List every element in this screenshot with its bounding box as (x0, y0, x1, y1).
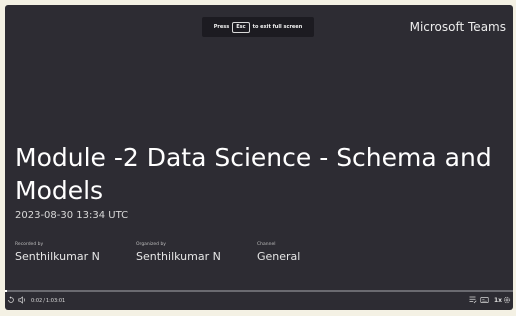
exit-fullscreen-hint: Press Esc to exit full screen (202, 17, 314, 37)
playback-speed[interactable]: 1x (494, 297, 502, 304)
progress-fill (5, 290, 7, 292)
settings-icon[interactable] (503, 296, 511, 307)
channel-block: Channel General (257, 242, 300, 263)
app-brand: Microsoft Teams (409, 20, 506, 34)
player-controls: 0:02 / 1:03:01 1x (5, 295, 513, 309)
organized-by-value: Senthilkumar N (136, 250, 221, 263)
exit-text: to exit full screen (252, 24, 303, 30)
transcript-icon[interactable] (468, 296, 477, 307)
time-separator: / (43, 298, 45, 304)
video-player[interactable]: Press Esc to exit full screen Microsoft … (5, 5, 513, 310)
recorded-by-block: Recorded by Senthilkumar N (15, 242, 100, 263)
volume-icon[interactable] (18, 296, 27, 307)
duration: 1:03:01 (45, 298, 66, 304)
recording-title: Module -2 Data Science - Schema and Mode… (15, 143, 492, 205)
channel-value: General (257, 250, 301, 263)
press-text: Press (213, 24, 230, 30)
organized-by-label: Organized by (136, 242, 166, 247)
organized-by-block: Organized by Senthilkumar N (136, 242, 221, 263)
playback-time: 0:02 / 1:03:01 (31, 298, 65, 304)
current-time: 0:02 (31, 298, 43, 304)
recording-date: 2023-08-30 13:34 UTC (15, 210, 129, 221)
channel-label: Channel (257, 242, 276, 247)
recorded-by-value: Senthilkumar N (15, 250, 100, 263)
recorded-by-label: Recorded by (15, 242, 44, 247)
captions-icon[interactable] (480, 296, 489, 307)
esc-key: Esc (232, 21, 250, 33)
progress-bar[interactable] (5, 290, 513, 292)
rewind-icon[interactable] (7, 296, 15, 307)
